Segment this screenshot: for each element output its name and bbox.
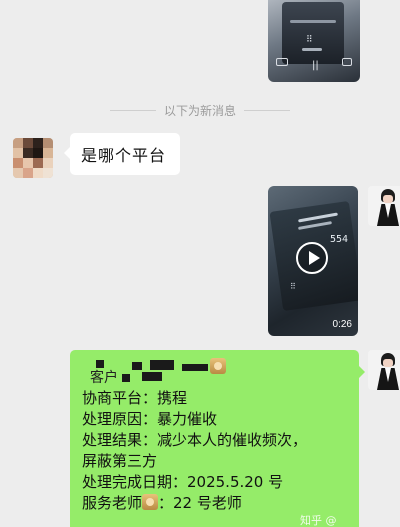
new-messages-divider: 以下为新消息 (0, 100, 400, 120)
avatar-pixel (43, 148, 53, 158)
avatar-pixel (43, 158, 53, 168)
incoming-message-text: 是哪个平台 (81, 146, 167, 165)
redacted-emoji-icon (210, 358, 226, 374)
thumbnail-number: 554 (330, 234, 349, 245)
keypad-icon: ⠿ (306, 35, 313, 45)
redaction-block (132, 362, 142, 370)
avatar-pixel (23, 148, 33, 158)
play-icon[interactable] (296, 242, 328, 274)
outgoing-text-bubble[interactable]: 客户 协商平台：携程 处理原因：暴力催收 处理结果：减少本人的催收频次， 屏蔽第… (70, 350, 365, 527)
teacher-prefix: 服务老师 (82, 494, 143, 512)
card-line-reason: 处理原因：暴力催收 (82, 410, 218, 428)
watermark: 知乎 @ (300, 514, 337, 527)
pause-icon: || (312, 60, 319, 71)
avatar-pixel (33, 148, 43, 158)
avatar-pixel (43, 168, 53, 178)
card-line-teacher: 服务老师 ：22 号老师 (82, 493, 349, 514)
thumbnail-label-blur (302, 48, 322, 51)
avatar-pixel (33, 158, 43, 168)
avatar-pixel (43, 138, 53, 148)
avatar-pixel (13, 138, 23, 148)
avatar-pixel (23, 138, 33, 148)
card-line-date: 处理完成日期：2025.5.20 号 (82, 473, 284, 491)
video-thumbnail-phone: ⠿ (282, 2, 344, 64)
thumbnail-text-blur (290, 20, 336, 23)
redaction-block (142, 372, 162, 381)
card-line-result: 处理结果：减少本人的催收频次， (82, 431, 308, 449)
avatar-pixel (13, 158, 23, 168)
avatar-face (383, 359, 393, 367)
new-messages-label: 以下为新消息 (163, 103, 236, 118)
camera-icon (276, 58, 288, 66)
card-line-result-cont: 屏蔽第三方 (82, 452, 158, 470)
divider-line-right (244, 109, 290, 111)
redaction-block (150, 360, 174, 370)
divider-line-left (109, 109, 156, 111)
redacted-header: 客户 (82, 358, 349, 386)
video-message[interactable]: 554 ⠿ 0:26 (268, 186, 358, 336)
customer-label: 客户 (90, 370, 118, 386)
teacher-suffix: ：22 号老师 (158, 494, 242, 512)
redaction-block (96, 360, 104, 368)
avatar-pixel (13, 168, 23, 178)
video-duration: 0:26 (332, 319, 352, 330)
keypad-icon: ⠿ (290, 282, 296, 291)
redaction-block (122, 374, 130, 382)
avatar-pixel (33, 138, 43, 148)
teacher-emoji-icon (142, 494, 159, 510)
avatar-pixel (13, 148, 23, 158)
self-avatar[interactable] (368, 186, 400, 226)
previous-video-message[interactable]: ⠿ || (268, 0, 360, 82)
contact-avatar[interactable] (13, 138, 53, 178)
self-avatar[interactable] (368, 350, 400, 390)
avatar-pixel (33, 168, 43, 178)
rotate-icon (342, 58, 352, 66)
avatar-pixel (23, 168, 33, 178)
avatar-face (383, 195, 393, 203)
avatar-pixel (23, 158, 33, 168)
card-line-platform: 协商平台：携程 (82, 389, 188, 407)
redaction-block (182, 364, 208, 371)
incoming-text-bubble[interactable]: 是哪个平台 (63, 133, 181, 175)
